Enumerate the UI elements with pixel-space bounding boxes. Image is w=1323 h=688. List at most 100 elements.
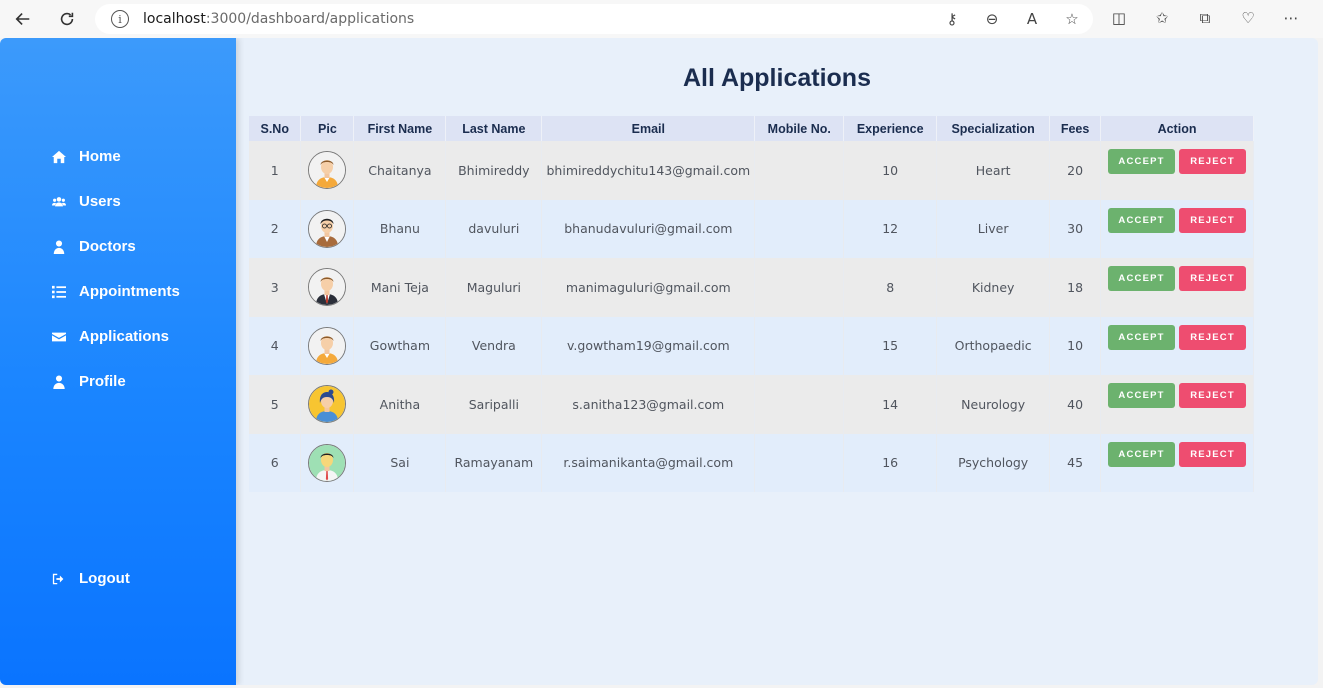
split-screen-icon[interactable]: ◫ [1110, 9, 1128, 27]
cell-fees: 45 [1049, 433, 1102, 492]
cell-sno: 3 [249, 258, 302, 317]
users-icon [52, 195, 66, 209]
cell-fees: 10 [1049, 316, 1102, 375]
url-host: localhost [143, 11, 206, 27]
sidebar-item-label: Doctors [79, 238, 136, 255]
cell-experience: 15 [843, 316, 938, 375]
cell-experience: 10 [843, 141, 938, 200]
page-title: All Applications [683, 64, 871, 92]
sidebar-item-doctors[interactable]: Doctors [52, 224, 180, 269]
key-icon[interactable]: ⚷ [943, 10, 961, 28]
read-aloud-icon[interactable]: A [1023, 10, 1041, 28]
avatar [308, 443, 347, 482]
accept-button[interactable]: ACCEPT [1108, 383, 1176, 408]
cell-fees: 20 [1049, 141, 1102, 200]
column-header-specialization: Specialization [936, 116, 1051, 141]
reject-button[interactable]: REJECT [1179, 383, 1247, 408]
cell-sno: 2 [249, 199, 302, 258]
cell-specialization: Kidney [936, 258, 1051, 317]
cell-last-name: Ramayanam [445, 433, 543, 492]
logout-button[interactable]: Logout [52, 556, 130, 601]
accept-button[interactable]: ACCEPT [1108, 266, 1176, 291]
back-button[interactable] [8, 4, 38, 34]
sidebar-item-home[interactable]: Home [52, 134, 180, 179]
cell-mobile [754, 433, 845, 492]
info-icon[interactable]: i [111, 10, 129, 28]
doctor-icon [52, 239, 66, 254]
sidebar-item-users[interactable]: Users [52, 179, 180, 224]
list-icon [52, 285, 66, 299]
cell-mobile [754, 316, 845, 375]
logout-section: Logout [52, 556, 130, 601]
cell-sno: 5 [249, 375, 302, 434]
cell-action: ACCEPT REJECT [1100, 199, 1254, 258]
reject-button[interactable]: REJECT [1179, 207, 1247, 233]
cell-last-name: Saripalli [445, 375, 543, 434]
table-row: 1 Chaitanya Bhimireddy bhimireddychitu14… [249, 141, 1254, 200]
column-header-sno: S.No [249, 116, 302, 141]
cell-pic [300, 433, 355, 492]
cell-mobile [754, 199, 845, 258]
more-menu-icon[interactable]: ⋯ [1282, 9, 1300, 27]
cell-email: bhanudavuluri@gmail.com [541, 199, 756, 258]
cell-specialization: Psychology [936, 433, 1051, 492]
reload-button[interactable] [52, 4, 82, 34]
reject-button[interactable]: REJECT [1179, 149, 1247, 174]
cell-sno: 1 [249, 141, 302, 200]
sidebar-item-label: Appointments [79, 283, 180, 300]
sidebar-item-applications[interactable]: Applications [52, 314, 180, 359]
url-path: :3000/dashboard/applications [205, 11, 415, 27]
avatar [308, 151, 347, 190]
reject-button[interactable]: REJECT [1179, 441, 1247, 467]
logout-label: Logout [79, 570, 130, 587]
accept-button[interactable]: ACCEPT [1108, 324, 1176, 350]
sidebar-item-appointments[interactable]: Appointments [52, 269, 180, 314]
cell-fees: 40 [1049, 375, 1102, 434]
table-row: 4 Gowtham Vendra v.gowtham19@gmail.com 1… [249, 316, 1254, 375]
cell-first-name: Mani Teja [353, 258, 447, 317]
zoom-out-icon[interactable]: ⊖ [983, 10, 1001, 28]
cell-first-name: Bhanu [353, 199, 447, 258]
cell-email: manimaguluri@gmail.com [541, 258, 756, 317]
cell-mobile [754, 141, 845, 200]
cell-pic [300, 375, 355, 434]
cell-pic [300, 141, 355, 200]
avatar [308, 209, 347, 248]
cell-email: bhimireddychitu143@gmail.com [541, 141, 756, 200]
cell-experience: 12 [843, 199, 938, 258]
health-icon[interactable]: ♡ [1239, 9, 1257, 27]
table-row: 6 Sai Ramayanam r.saimanikanta@gmail.com… [249, 433, 1254, 492]
favorites-icon[interactable]: ✩ [1153, 9, 1171, 27]
reject-button[interactable]: REJECT [1179, 324, 1247, 350]
cell-sno: 6 [249, 433, 302, 492]
cell-last-name: davuluri [445, 199, 543, 258]
column-header-pic: Pic [300, 116, 355, 141]
reload-icon [60, 12, 74, 26]
cell-email: r.saimanikanta@gmail.com [541, 433, 756, 492]
table-row: 3 Mani Teja Maguluri manimaguluri@gmail.… [249, 258, 1254, 317]
address-bar[interactable]: i localhost:3000/dashboard/applications … [95, 4, 1093, 34]
cell-action: ACCEPT REJECT [1100, 375, 1254, 434]
column-header-email: Email [541, 116, 756, 141]
applications-table: S.No Pic First Name Last Name Email Mobi… [249, 116, 1254, 492]
cell-specialization: Orthopaedic [936, 316, 1051, 375]
accept-button[interactable]: ACCEPT [1108, 149, 1176, 174]
favorite-star-icon[interactable]: ☆ [1063, 10, 1081, 28]
accept-button[interactable]: ACCEPT [1108, 207, 1176, 233]
cell-email: s.anitha123@gmail.com [541, 375, 756, 434]
cell-experience: 14 [843, 375, 938, 434]
cell-first-name: Gowtham [353, 316, 447, 375]
column-header-experience: Experience [843, 116, 938, 141]
sidebar-item-profile[interactable]: Profile [52, 359, 180, 404]
reject-button[interactable]: REJECT [1179, 266, 1247, 291]
home-icon [52, 150, 66, 164]
cell-experience: 16 [843, 433, 938, 492]
cell-pic [300, 258, 355, 317]
cell-action: ACCEPT REJECT [1100, 433, 1254, 492]
cell-action: ACCEPT REJECT [1100, 316, 1254, 375]
accept-button[interactable]: ACCEPT [1108, 441, 1176, 467]
cell-mobile [754, 258, 845, 317]
cell-last-name: Vendra [445, 316, 543, 375]
avatar [308, 268, 347, 307]
collections-icon[interactable]: ⧉ [1196, 9, 1214, 27]
